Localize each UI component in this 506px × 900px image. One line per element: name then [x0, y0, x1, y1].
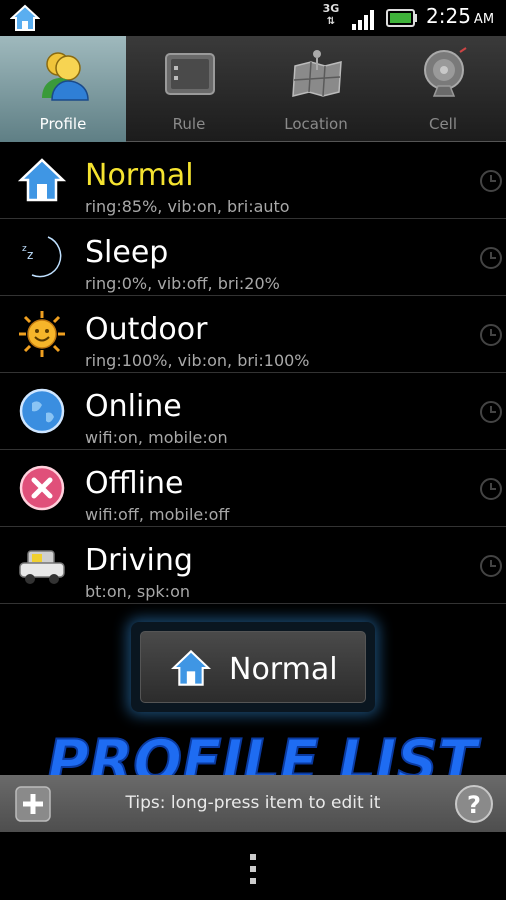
tab-location[interactable]: Location: [253, 36, 379, 142]
help-icon[interactable]: ?: [454, 784, 494, 824]
list-item-normal[interactable]: Normal ring:85%, vib:on, bri:auto: [0, 142, 506, 219]
tab-label: Profile: [39, 115, 87, 133]
tab-bar: Profile Rule Location Cell: [0, 36, 506, 142]
navigation-bar: [0, 832, 506, 900]
clock-time: 2:25 AM: [426, 4, 494, 28]
tips-bar: Tips: long-press item to edit it ?: [0, 775, 506, 832]
tab-cell[interactable]: Cell: [380, 36, 506, 142]
clock-icon[interactable]: [479, 554, 503, 578]
network-type-label: 3G: [322, 2, 340, 15]
tab-rule[interactable]: Rule: [126, 36, 252, 142]
svg-text:z: z: [27, 248, 33, 262]
globe-icon: [19, 388, 65, 434]
clock-icon[interactable]: [479, 246, 503, 270]
signal-icon: [352, 10, 374, 30]
tab-label: Cell: [428, 115, 458, 133]
location-map-icon: [292, 50, 342, 97]
current-profile-label: Normal: [229, 652, 338, 687]
tab-profile[interactable]: Profile: [0, 36, 126, 142]
profile-detail: ring:85%, vib:on, bri:auto: [85, 197, 290, 216]
list-item-driving[interactable]: Driving bt:on, spk:on: [0, 527, 506, 604]
tab-label: Location: [284, 115, 348, 133]
profile-name: Online: [85, 389, 182, 424]
tips-text: Tips: long-press item to edit it: [125, 793, 381, 813]
sun-icon: [19, 311, 65, 357]
moon-icon: z z: [22, 236, 62, 278]
clock-icon[interactable]: [479, 400, 503, 424]
cell-tower-icon: [424, 47, 467, 97]
rule-panel-icon: [165, 53, 215, 95]
profile-detail: wifi:on, mobile:on: [85, 428, 228, 447]
current-profile-widget: Normal: [131, 622, 375, 712]
time-value: 2:25: [426, 4, 471, 28]
list-item-online[interactable]: Online wifi:on, mobile:on: [0, 373, 506, 450]
network-type-icon: 3G ⇅: [322, 2, 340, 28]
overflow-menu-icon[interactable]: [246, 852, 260, 886]
profile-list: Normal ring:85%, vib:on, bri:auto z z Sl…: [0, 142, 506, 604]
profile-name: Normal: [85, 158, 194, 193]
current-profile-button[interactable]: Normal: [140, 631, 366, 703]
car-icon: [19, 550, 65, 584]
battery-icon: [386, 9, 417, 27]
home-icon: [18, 158, 66, 202]
list-item-offline[interactable]: Offline wifi:off, mobile:off: [0, 450, 506, 527]
list-item-sleep[interactable]: z z Sleep ring:0%, vib:off, bri:20%: [0, 219, 506, 296]
profile-name: Offline: [85, 466, 184, 501]
profile-detail: wifi:off, mobile:off: [85, 505, 230, 524]
clock-icon[interactable]: [479, 169, 503, 193]
home-icon: [171, 649, 211, 686]
clock-icon[interactable]: [479, 477, 503, 501]
status-bar: 3G ⇅ 2:25 AM: [0, 0, 506, 36]
profile-name: Outdoor: [85, 312, 208, 347]
profile-detail: ring:0%, vib:off, bri:20%: [85, 274, 280, 293]
profile-detail: bt:on, spk:on: [85, 582, 190, 601]
clock-icon[interactable]: [479, 323, 503, 347]
tab-label: Rule: [172, 115, 206, 133]
time-ampm: AM: [473, 12, 495, 27]
profile-name: Driving: [85, 543, 193, 578]
svg-text:?: ?: [467, 791, 481, 819]
profile-people-icon: [42, 52, 89, 101]
profile-name: Sleep: [85, 235, 169, 270]
list-item-outdoor[interactable]: Outdoor ring:100%, vib:on, bri:100%: [0, 296, 506, 373]
profile-detail: ring:100%, vib:on, bri:100%: [85, 351, 310, 370]
home-icon: [10, 4, 40, 31]
cross-circle-icon: [19, 465, 65, 511]
